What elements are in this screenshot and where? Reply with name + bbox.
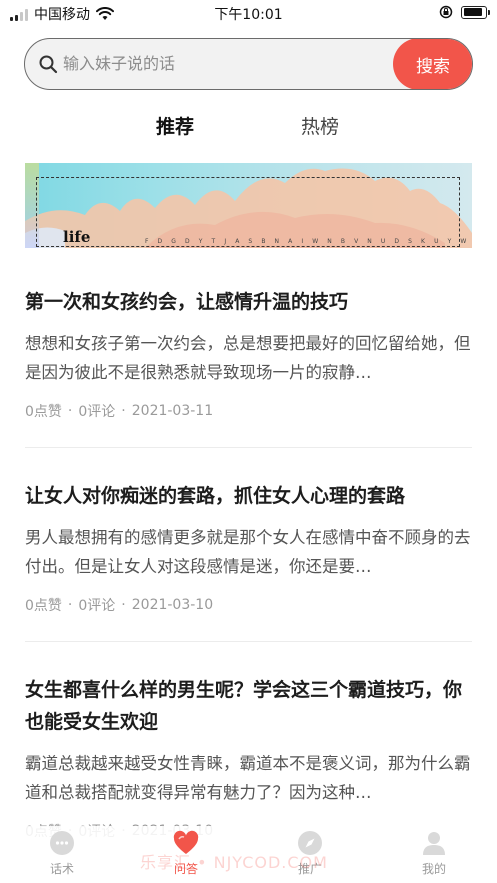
banner-frame xyxy=(36,177,460,247)
tabbar-label: 话术 xyxy=(49,862,74,876)
rotation-lock-icon xyxy=(439,5,453,19)
status-bar: 中国移动 下午10:01 xyxy=(0,0,497,26)
article-meta: 0点赞 · 0评论 · 2021-03-11 xyxy=(25,401,472,421)
meta-separator: · xyxy=(67,403,73,419)
comment-count: 0评论 xyxy=(78,404,116,420)
search-input[interactable] xyxy=(63,39,383,88)
article-title: 女生都喜什么样的男生呢？学会这三个霸道技巧，你也能受女生欢迎 xyxy=(25,679,463,733)
article-title: 第一次和女孩约会，让感情升温的技巧 xyxy=(25,291,349,313)
banner-image[interactable]: life F D G D Y T J A S B N A I W N B V N… xyxy=(25,163,472,248)
search-button[interactable]: 搜索 xyxy=(393,39,472,89)
battery-level xyxy=(463,8,483,16)
meta-separator: · xyxy=(121,403,126,419)
chat-bubble-icon xyxy=(50,831,74,855)
search-icon xyxy=(39,55,58,74)
banner-letters: F D G D Y T J A S B N A I W N B V N U D … xyxy=(145,238,470,245)
meta-separator: · xyxy=(67,597,73,613)
tabbar-item-huashu[interactable]: 话术 xyxy=(22,830,102,877)
user-icon xyxy=(423,832,445,855)
divider xyxy=(25,641,472,642)
comment-count: 0评论 xyxy=(78,598,116,614)
article-meta: 0点赞 · 0评论 · 2021-03-10 xyxy=(25,595,472,615)
article-item[interactable]: 第一次和女孩约会，让感情升温的技巧 想想和女孩子第一次约会，总是想要把最好的回忆… xyxy=(25,286,472,421)
status-time: 下午10:01 xyxy=(214,7,283,23)
publish-date: 2021-03-10 xyxy=(131,597,214,613)
article-item[interactable]: 让女人对你痴迷的套路，抓住女人心理的套路 男人最想拥有的感情更多就是那个女人在感… xyxy=(25,480,472,615)
banner-word: life xyxy=(63,228,91,246)
like-count: 0点赞 xyxy=(25,598,62,614)
like-count: 0点赞 xyxy=(25,404,62,420)
article-summary: 霸道总裁越来越受女性青睐，霸道本不是褒义词，那为什么霸道和总裁搭配就变得异常有魅… xyxy=(25,754,471,802)
battery-icon xyxy=(461,5,490,19)
status-right xyxy=(439,5,490,19)
article-summary: 想想和女孩子第一次约会，总是想要把最好的回忆留给她，但是因为彼此不是很熟悉就导致… xyxy=(25,334,471,382)
content-tabs: 推荐 热榜 xyxy=(0,112,497,142)
tabbar-item-wode[interactable]: 我的 xyxy=(394,830,474,877)
meta-separator: · xyxy=(121,597,126,613)
watermark: 乐享汇 • NJYCOD.COM xyxy=(140,853,328,872)
publish-date: 2021-03-11 xyxy=(131,403,214,419)
search-bar: 搜索 xyxy=(24,38,473,90)
article-item[interactable]: 女生都喜什么样的男生呢？学会这三个霸道技巧，你也能受女生欢迎 霸道总裁越来越受女… xyxy=(25,674,472,841)
article-summary: 男人最想拥有的感情更多就是那个女人在感情中奋不顾身的去付出。但是让女人对这段感情… xyxy=(25,528,471,576)
tabbar-label: 我的 xyxy=(421,862,446,876)
tab-hot-list[interactable]: 热榜 xyxy=(301,112,339,139)
divider xyxy=(25,447,472,448)
article-title: 让女人对你痴迷的套路，抓住女人心理的套路 xyxy=(25,485,406,507)
tab-recommended[interactable]: 推荐 xyxy=(156,112,194,139)
